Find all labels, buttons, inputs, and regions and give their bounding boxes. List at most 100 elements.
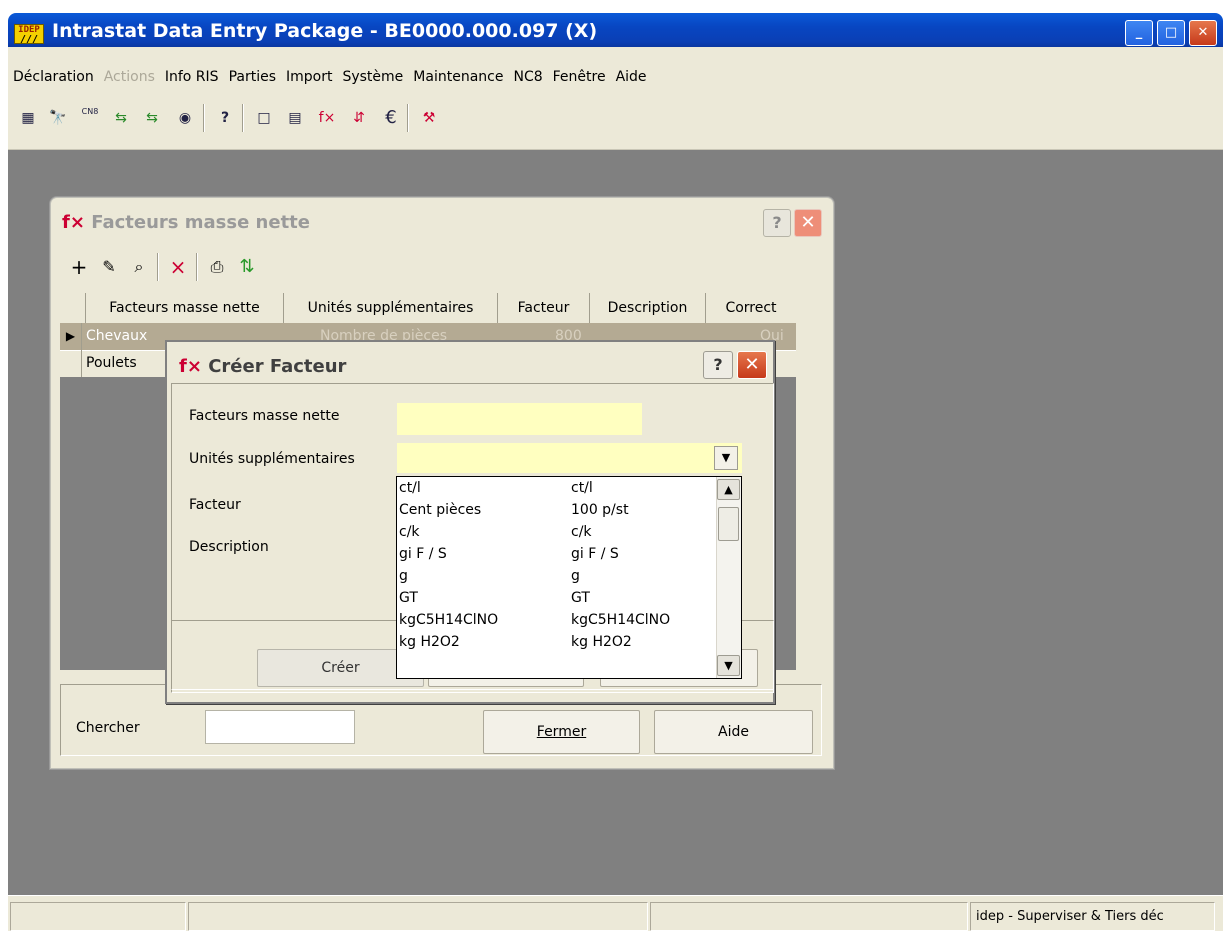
option-code: c/k bbox=[571, 524, 592, 540]
idep-logo-icon: IDEP/// bbox=[14, 24, 44, 45]
help-book-icon[interactable]: ? bbox=[214, 107, 236, 129]
scroll-up-icon[interactable]: ▲ bbox=[717, 479, 740, 500]
units-label: Unités supplémentaires bbox=[189, 451, 355, 467]
dialog-help-button[interactable]: ? bbox=[703, 351, 733, 379]
close-button[interactable]: ✕ bbox=[1189, 20, 1217, 46]
menu-nc8[interactable]: NC8 bbox=[508, 64, 547, 90]
net-mass-field[interactable] bbox=[397, 403, 642, 435]
option-label: g bbox=[399, 568, 408, 584]
menu-declaration[interactable]: Déclaration bbox=[8, 64, 99, 90]
factors-close-button[interactable]: ✕ bbox=[794, 209, 822, 237]
list-item[interactable]: Cent pièces 100 p/st bbox=[397, 499, 717, 521]
status-pane bbox=[650, 902, 968, 931]
column-header[interactable]: Facteur bbox=[498, 293, 590, 323]
option-code: kgC5H14ClNO bbox=[571, 612, 671, 628]
option-label: kgC5H14ClNO bbox=[399, 612, 499, 628]
minimize-button[interactable]: _ bbox=[1125, 20, 1153, 46]
status-user: idep - Superviser & Tiers déc bbox=[970, 902, 1215, 931]
list-item[interactable]: gi F / S gi F / S bbox=[397, 543, 717, 565]
counter-icon[interactable]: ⇵ bbox=[348, 107, 370, 129]
factors-window-title: f× Facteurs masse nette bbox=[62, 212, 310, 233]
chevron-down-icon[interactable]: ▼ bbox=[714, 446, 738, 470]
dialog-close-button[interactable]: ✕ bbox=[737, 351, 767, 379]
binoculars-icon[interactable]: 🔭 bbox=[47, 107, 69, 129]
menu-import[interactable]: Import bbox=[281, 64, 337, 90]
menu-systeme[interactable]: Système bbox=[337, 64, 408, 90]
send-icon[interactable]: ⇆ bbox=[110, 107, 132, 129]
print-icon[interactable]: ⎙ bbox=[204, 255, 230, 279]
camera-icon[interactable]: ◉ bbox=[174, 107, 196, 129]
delete-icon[interactable]: × bbox=[165, 255, 191, 279]
column-header[interactable]: Facteurs masse nette bbox=[86, 293, 284, 323]
option-code: ct/l bbox=[571, 480, 593, 496]
option-code: 100 p/st bbox=[571, 502, 629, 518]
option-label: Cent pièces bbox=[399, 502, 482, 518]
toolbar-separator bbox=[196, 253, 198, 281]
row-pointer-icon: ▶ bbox=[60, 323, 82, 350]
option-code: kg H2O2 bbox=[571, 634, 632, 650]
column-header[interactable]: Correct bbox=[706, 293, 796, 323]
maximize-button[interactable]: □ bbox=[1157, 20, 1185, 46]
fermer-button[interactable]: Fermer bbox=[483, 710, 640, 754]
window-title: Intrastat Data Entry Package - BE0000.00… bbox=[52, 20, 598, 42]
option-label: kg H2O2 bbox=[399, 634, 460, 650]
list-item[interactable]: kgC5H14ClNO kgC5H14ClNO bbox=[397, 609, 717, 631]
new-document-icon[interactable]: □ bbox=[253, 107, 275, 129]
row-indicator bbox=[60, 350, 82, 377]
grid-corner bbox=[60, 293, 86, 323]
option-label: c/k bbox=[399, 524, 420, 540]
cell-name[interactable]: Chevaux bbox=[86, 323, 147, 350]
status-pane bbox=[188, 902, 648, 931]
list-item[interactable]: ct/l ct/l bbox=[397, 477, 717, 499]
option-code: g bbox=[571, 568, 580, 584]
table-icon[interactable]: ▦ bbox=[17, 107, 39, 129]
tools-icon[interactable]: ⚒ bbox=[418, 107, 440, 129]
option-label: GT bbox=[399, 590, 418, 606]
add-icon[interactable]: + bbox=[66, 255, 92, 279]
list-item[interactable]: kg H2O2 kg H2O2 bbox=[397, 631, 717, 653]
function-icon: f× bbox=[179, 356, 202, 377]
toolbar-separator bbox=[203, 104, 205, 132]
find-icon[interactable]: ⌕ bbox=[126, 255, 152, 279]
dialog-title: f× Créer Facteur bbox=[179, 356, 346, 377]
function-icon[interactable]: f× bbox=[316, 107, 338, 129]
search-input[interactable] bbox=[205, 710, 355, 744]
dialog-title-text: Créer Facteur bbox=[208, 356, 347, 377]
menu-parties[interactable]: Parties bbox=[224, 64, 281, 90]
cell-name[interactable]: Poulets bbox=[86, 350, 137, 377]
factor-label: Facteur bbox=[189, 497, 241, 513]
function-icon: f× bbox=[62, 212, 85, 233]
menu-info-ris[interactable]: Info RIS bbox=[160, 64, 224, 90]
search-label: Chercher bbox=[76, 720, 140, 736]
net-mass-label: Facteurs masse nette bbox=[189, 408, 340, 424]
list-item[interactable]: gg bbox=[397, 565, 717, 587]
aide-button[interactable]: Aide bbox=[654, 710, 813, 754]
option-label: gi F / S bbox=[399, 546, 447, 562]
fermer-label: Fermer bbox=[536, 724, 587, 740]
status-pane bbox=[10, 902, 186, 931]
menu-fenetre[interactable]: Fenêtre bbox=[548, 64, 611, 90]
menu-aide[interactable]: Aide bbox=[611, 64, 652, 90]
option-code: GT bbox=[571, 590, 590, 606]
description-label: Description bbox=[189, 539, 269, 555]
units-options: ct/l ct/l Cent pièces 100 p/st c/k c/k gi F… bbox=[397, 477, 717, 677]
scroll-down-icon[interactable]: ▼ bbox=[717, 655, 740, 676]
column-header[interactable]: Description bbox=[590, 293, 706, 323]
receive-icon[interactable]: ⇆ bbox=[141, 107, 163, 129]
column-header[interactable]: Unités supplémentaires bbox=[284, 293, 498, 323]
menu-spacer bbox=[8, 47, 1223, 64]
scrollbar-thumb[interactable] bbox=[718, 507, 739, 541]
edit-pencil-icon[interactable]: ✎ bbox=[96, 255, 122, 279]
units-select[interactable] bbox=[397, 443, 742, 473]
euro-icon[interactable]: € bbox=[380, 107, 402, 129]
menu-maintenance[interactable]: Maintenance bbox=[408, 64, 508, 90]
cn8-nc8-icon[interactable]: CN8 bbox=[79, 107, 101, 129]
option-label: ct/l bbox=[399, 480, 421, 496]
factors-title-text: Facteurs masse nette bbox=[91, 212, 310, 233]
xiii-icon[interactable]: ▤ bbox=[284, 107, 306, 129]
list-item[interactable]: GT GT bbox=[397, 587, 717, 609]
factors-help-button[interactable]: ? bbox=[763, 209, 791, 237]
toolbar-separator bbox=[157, 253, 159, 281]
list-item[interactable]: c/k c/k bbox=[397, 521, 717, 543]
refresh-icon[interactable]: ⇅ bbox=[234, 255, 260, 279]
